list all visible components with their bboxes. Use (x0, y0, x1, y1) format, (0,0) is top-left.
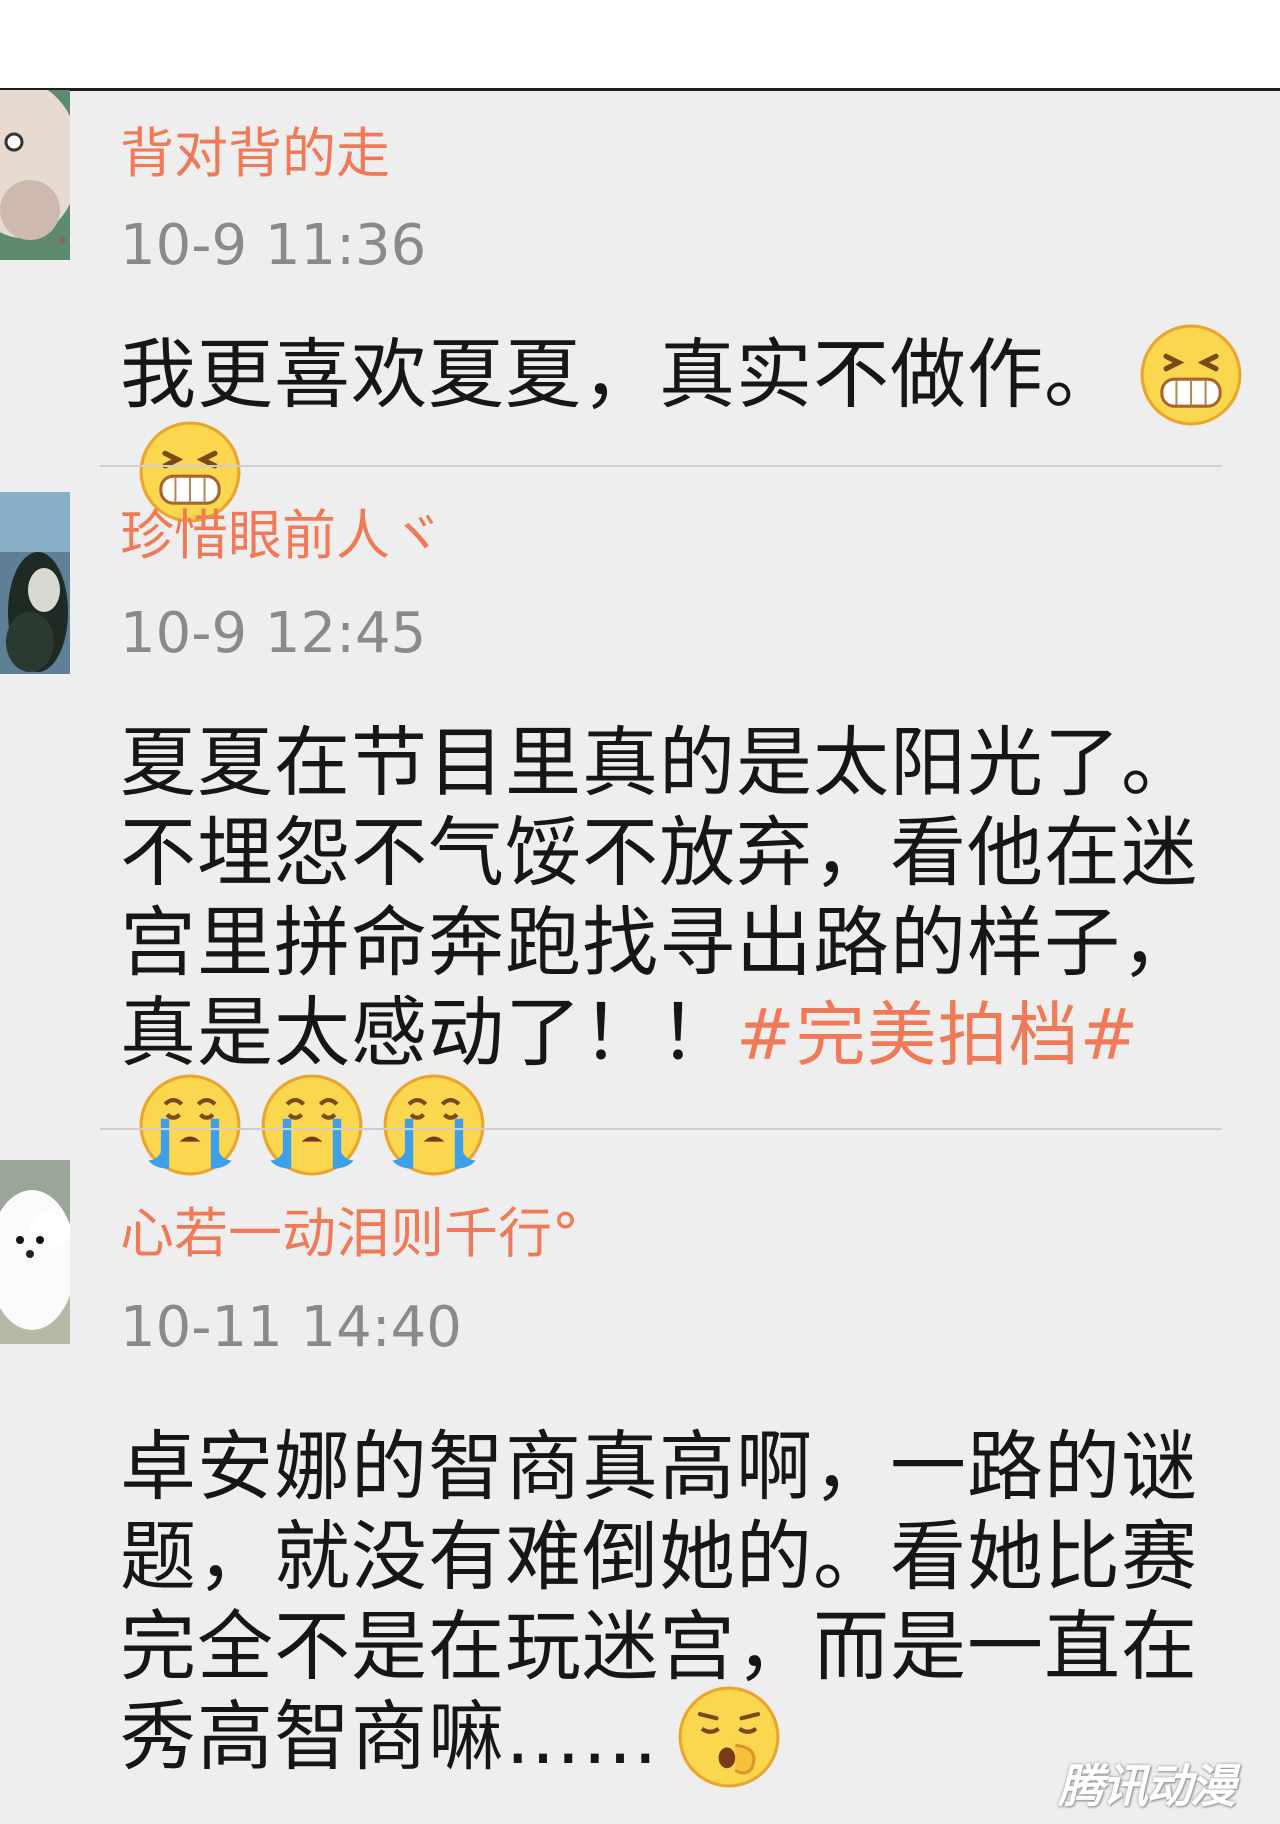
username[interactable]: 心若一动泪则千行° (120, 1202, 579, 1266)
comment-text: 我更喜欢夏夏，真实不做作。 (120, 324, 1250, 524)
timestamp: 10-11 14:40 (120, 1295, 462, 1360)
comment-text: 卓安娜的智商真高啊，一路的谜题，就没有难倒她的。看她比赛完全不是在玩迷宫，而是一… (120, 1422, 1250, 1789)
crying-icon (138, 1073, 242, 1177)
comment-divider (100, 465, 1222, 467)
crying-icon (260, 1073, 364, 1177)
comment-body: 卓安娜的智商真高啊，一路的谜题，就没有难倒她的。看她比赛完全不是在玩迷宫，而是一… (120, 1422, 1198, 1781)
grin-icon (1139, 323, 1243, 427)
crying-icon (382, 1073, 486, 1177)
comment-text: 夏夏在节目里真的是太阳光了。不埋怨不气馁不放弃，看他在迷宫里拼命奔跑找寻出路的样… (120, 718, 1250, 1177)
watermark-logo: 腾讯动漫 (1058, 1759, 1236, 1813)
top-bar (0, 0, 1280, 91)
username[interactable]: 背对背的走 (120, 122, 390, 186)
sleepy-icon (677, 1685, 781, 1789)
username[interactable]: 珍惜眼前人ヾ (120, 504, 444, 568)
comment-body: 我更喜欢夏夏，真实不做作。 (120, 330, 1121, 419)
avatar[interactable] (0, 492, 70, 674)
hashtag-link[interactable]: #完美拍档# (736, 994, 1139, 1076)
comment-divider (100, 1128, 1222, 1130)
timestamp: 10-9 11:36 (120, 213, 427, 278)
avatar[interactable] (0, 90, 70, 260)
timestamp: 10-9 12:45 (120, 601, 427, 666)
avatar[interactable] (0, 1160, 70, 1344)
